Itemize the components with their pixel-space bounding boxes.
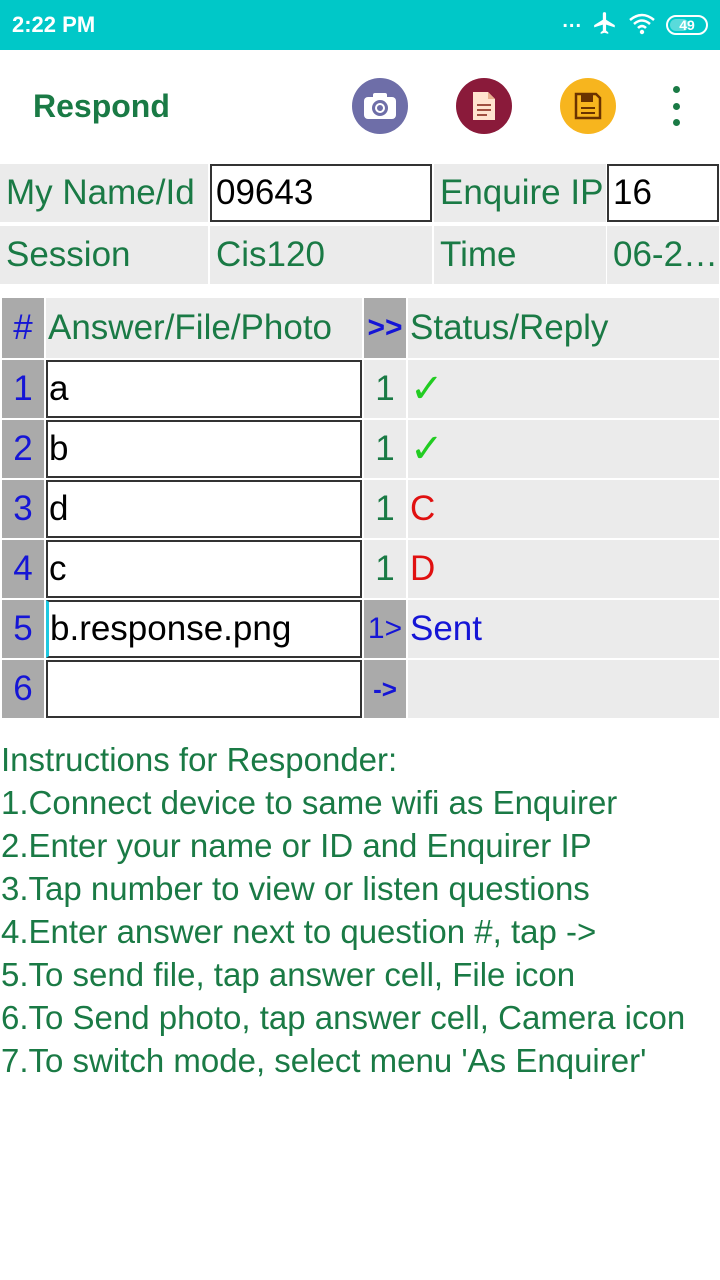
status-icons: ... 49 bbox=[562, 10, 708, 40]
send-count[interactable]: 1 bbox=[364, 360, 406, 418]
answer-input[interactable]: b.response.png bbox=[46, 600, 362, 658]
enquire-ip-field[interactable]: 16 bbox=[607, 164, 719, 222]
app-title: Respond bbox=[33, 88, 170, 124]
menu-dot bbox=[672, 102, 680, 110]
app-bar: Respond bbox=[0, 50, 720, 162]
status-reply: ✓ bbox=[408, 420, 719, 478]
instruction-item: 4.Enter answer next to question #, tap -… bbox=[1, 913, 597, 950]
send-count[interactable]: 1 bbox=[364, 420, 406, 478]
answer-input[interactable]: a bbox=[46, 360, 362, 418]
session-label: Session bbox=[0, 226, 208, 284]
answer-input[interactable]: d bbox=[46, 480, 362, 538]
answer-input[interactable] bbox=[46, 660, 362, 718]
status-reply: ✓ bbox=[408, 360, 719, 418]
send-count[interactable]: 1 bbox=[364, 480, 406, 538]
save-icon bbox=[574, 92, 602, 120]
menu-dot bbox=[672, 119, 680, 126]
question-number-button[interactable]: 5 bbox=[2, 600, 44, 658]
question-number-button[interactable]: 4 bbox=[2, 540, 44, 598]
question-number-button[interactable]: 1 bbox=[2, 360, 44, 418]
time-value: 06-2… bbox=[607, 226, 719, 284]
instruction-item: 2.Enter your name or ID and Enquirer IP bbox=[1, 827, 592, 864]
question-number-button[interactable]: 2 bbox=[2, 420, 44, 478]
send-button[interactable]: -> bbox=[364, 660, 406, 718]
more-vert-icon[interactable] bbox=[664, 86, 688, 126]
send-count[interactable]: 1 bbox=[364, 540, 406, 598]
header-status: Status/Reply bbox=[408, 298, 719, 358]
header-send-all-button[interactable]: >> bbox=[364, 298, 406, 358]
time-label: Time bbox=[434, 226, 606, 284]
name-field[interactable]: 09643 bbox=[210, 164, 432, 222]
question-number-button[interactable]: 6 bbox=[2, 660, 44, 718]
enquire-ip-label: Enquire IP bbox=[434, 164, 606, 222]
status-reply bbox=[408, 660, 719, 718]
session-value: Cis120 bbox=[210, 226, 432, 284]
wifi-icon bbox=[628, 11, 656, 40]
save-button[interactable] bbox=[560, 78, 616, 134]
file-button[interactable] bbox=[456, 78, 512, 134]
status-reply: Sent bbox=[408, 600, 719, 658]
battery-icon: 49 bbox=[666, 15, 708, 35]
battery-level: 49 bbox=[679, 17, 695, 33]
answer-input[interactable]: c bbox=[46, 540, 362, 598]
notification-dots-icon: ... bbox=[562, 9, 582, 32]
status-time: 2:22 PM bbox=[12, 12, 96, 37]
name-label: My Name/Id bbox=[0, 164, 208, 222]
status-reply: D bbox=[408, 540, 719, 598]
instructions-title: Instructions for Responder: bbox=[1, 741, 398, 778]
status-bar: 2:22 PM ... 49 bbox=[0, 0, 720, 50]
instruction-item: 3.Tap number to view or listen questions bbox=[1, 870, 590, 907]
file-icon bbox=[473, 92, 495, 120]
header-num: # bbox=[2, 298, 44, 358]
status-reply: C bbox=[408, 480, 719, 538]
instruction-item: 6.To Send photo, tap answer cell, Camera… bbox=[1, 999, 686, 1036]
instructions: Instructions for Responder: 1.Connect de… bbox=[1, 738, 719, 1082]
instruction-item: 7.To switch mode, select menu 'As Enquir… bbox=[1, 1042, 647, 1079]
camera-button[interactable] bbox=[352, 78, 408, 134]
airplane-icon bbox=[592, 10, 618, 41]
camera-icon bbox=[364, 93, 396, 119]
answer-input[interactable]: b bbox=[46, 420, 362, 478]
header-answer: Answer/File/Photo bbox=[46, 298, 362, 358]
instruction-item: 1.Connect device to same wifi as Enquire… bbox=[1, 784, 618, 821]
instruction-item: 5.To send file, tap answer cell, File ic… bbox=[1, 956, 576, 993]
send-button[interactable]: 1> bbox=[364, 600, 406, 658]
menu-dot bbox=[672, 86, 680, 93]
question-number-button[interactable]: 3 bbox=[2, 480, 44, 538]
